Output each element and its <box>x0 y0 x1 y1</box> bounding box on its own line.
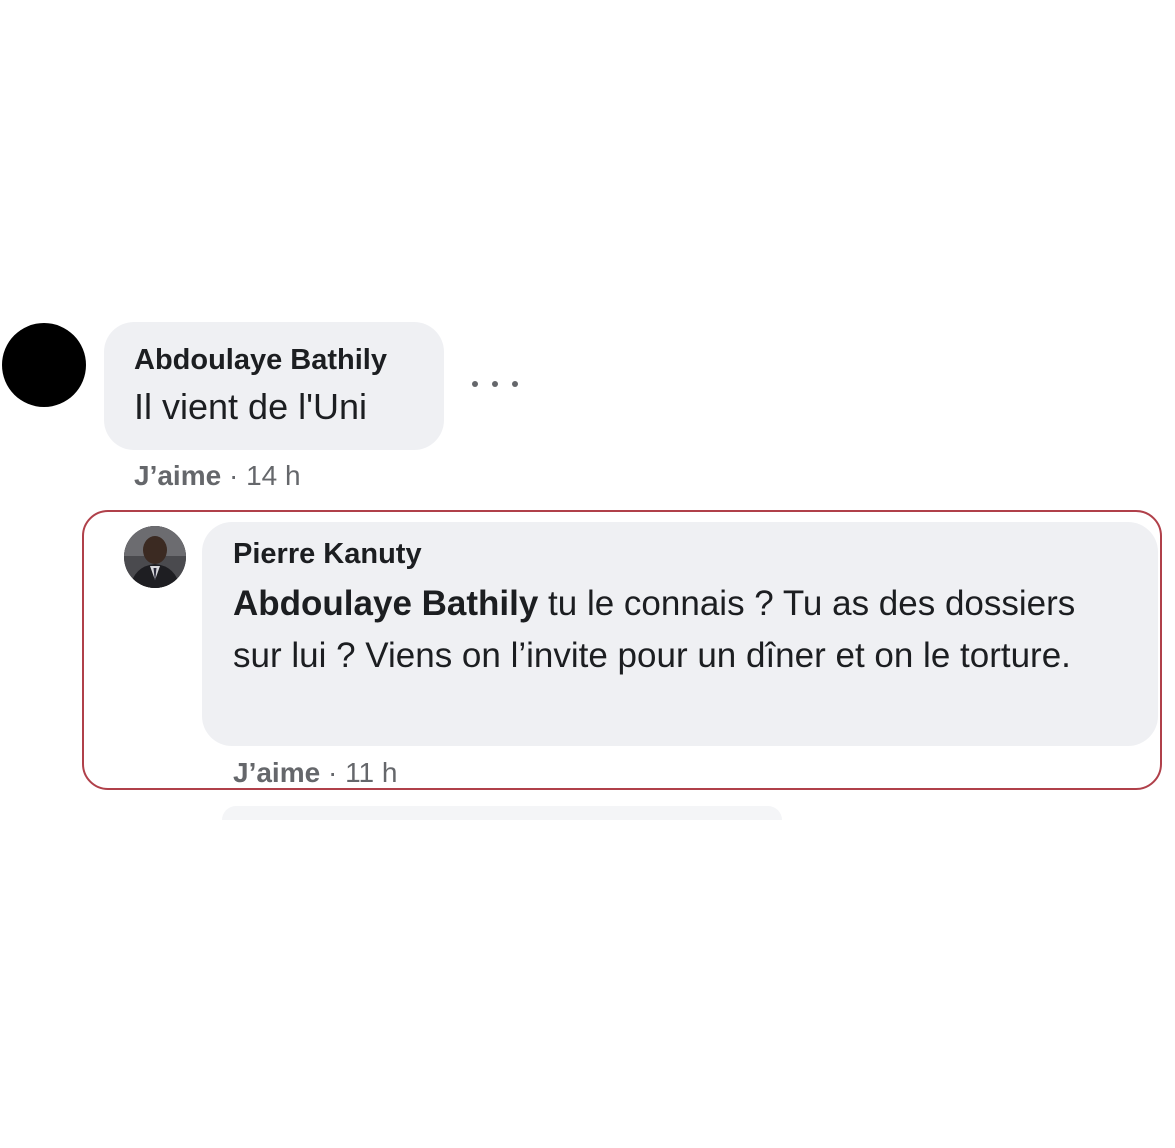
timestamp[interactable]: 11 h <box>345 757 397 788</box>
separator: · <box>320 757 346 788</box>
avatar-photo-icon <box>124 526 186 588</box>
dot <box>472 381 478 387</box>
avatar[interactable] <box>2 323 86 407</box>
reply-bubble: Pierre Kanuty Abdoulaye Bathily tu le co… <box>202 522 1158 746</box>
comment-thread: Abdoulaye Bathily Il vient de l'Uni J’ai… <box>0 0 1175 1148</box>
comment-text: Il vient de l'Uni <box>134 386 367 427</box>
like-button[interactable]: J’aime <box>134 460 221 491</box>
comment-actions: J’aime · 14 h <box>134 460 301 492</box>
dot <box>492 381 498 387</box>
dot <box>512 381 518 387</box>
reply-author[interactable]: Pierre Kanuty <box>233 538 422 571</box>
reply-text: Abdoulaye Bathily tu le connais ? Tu as … <box>233 578 1123 682</box>
avatar[interactable] <box>124 526 186 588</box>
comment-bubble: Abdoulaye Bathily Il vient de l'Uni <box>104 322 444 450</box>
more-options-icon[interactable] <box>472 370 518 398</box>
separator: · <box>221 460 247 491</box>
reply-actions: J’aime · 11 h <box>233 757 397 789</box>
mention-link[interactable]: Abdoulaye Bathily <box>233 584 538 623</box>
like-button[interactable]: J’aime <box>233 757 320 788</box>
next-comment-edge <box>222 806 782 820</box>
timestamp[interactable]: 14 h <box>246 460 301 491</box>
comment-author[interactable]: Abdoulaye Bathily <box>134 344 387 377</box>
